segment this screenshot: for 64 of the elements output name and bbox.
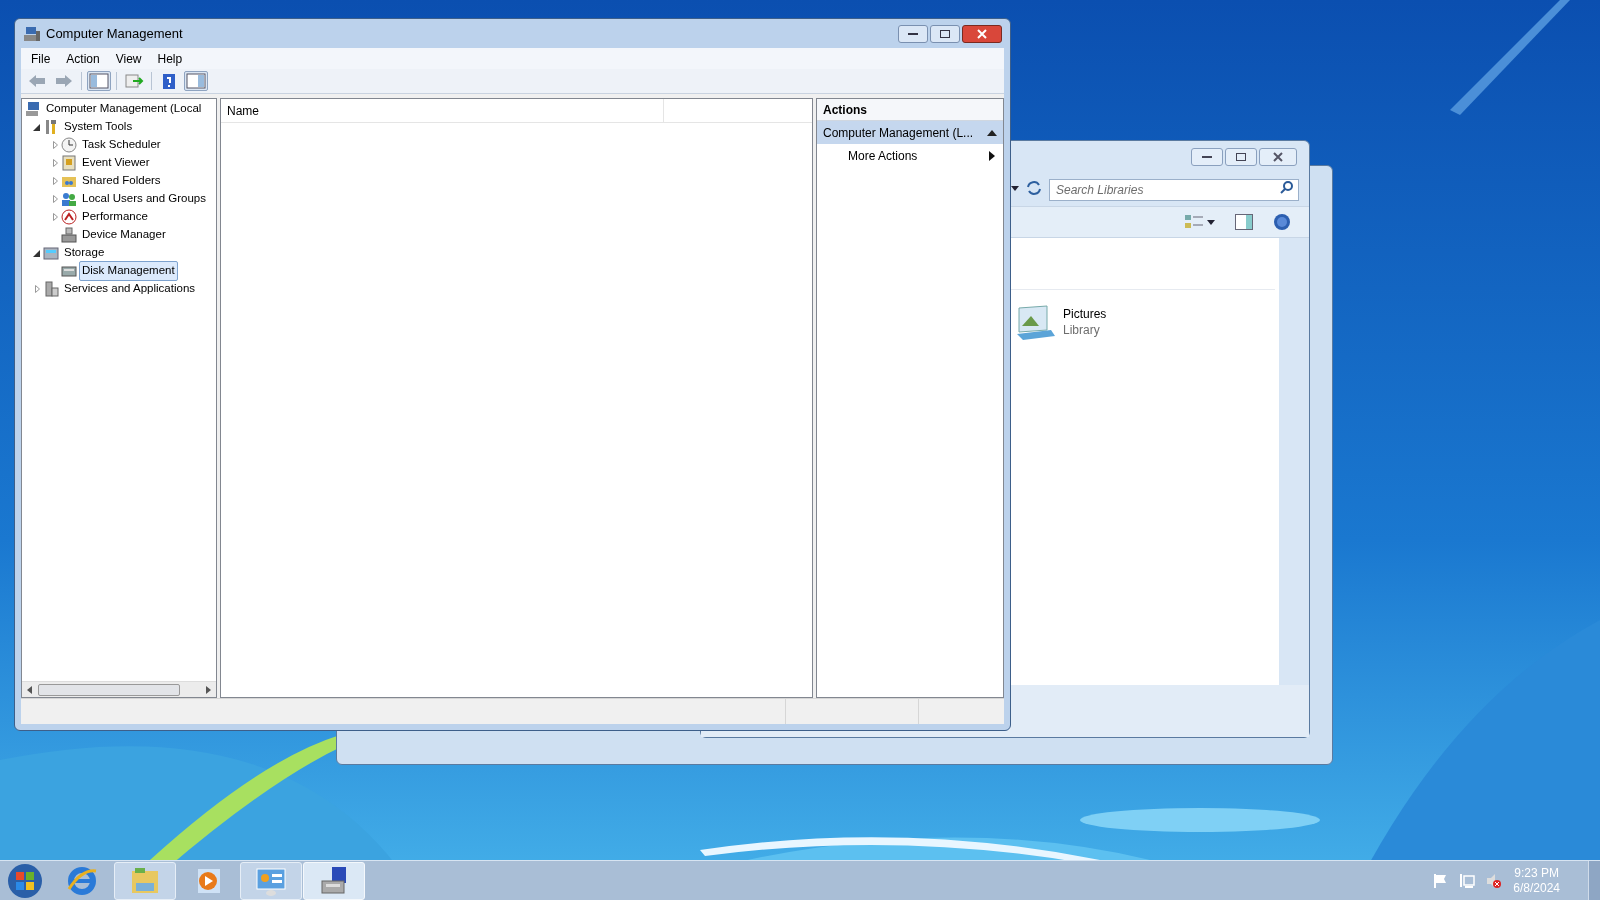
library-name: Pictures bbox=[1063, 306, 1107, 322]
browser-icon bbox=[66, 864, 98, 897]
export-list-icon[interactable] bbox=[124, 73, 144, 89]
storage-icon bbox=[43, 245, 59, 261]
network-icon[interactable] bbox=[1459, 872, 1476, 889]
maximize-button[interactable] bbox=[930, 24, 960, 43]
speaker-muted-icon[interactable] bbox=[1485, 872, 1502, 889]
tree-item[interactable]: Event Viewer bbox=[79, 153, 153, 173]
tools-icon bbox=[43, 119, 59, 135]
clock-icon bbox=[61, 137, 77, 153]
maximize-icon bbox=[1236, 153, 1246, 161]
log-icon bbox=[61, 155, 77, 171]
taskbar-button[interactable] bbox=[303, 861, 365, 900]
start-orb-icon bbox=[7, 862, 43, 899]
window-title: Computer Management bbox=[46, 24, 183, 43]
gauge-icon bbox=[61, 209, 77, 225]
disk-drive-icon bbox=[61, 263, 77, 279]
tree-item[interactable]: Device Manager bbox=[79, 225, 169, 245]
collapse-arrow-icon[interactable] bbox=[987, 129, 997, 136]
search-field[interactable]: Search Libraries bbox=[1049, 179, 1299, 201]
tree-item[interactable]: Computer Management (Local bbox=[43, 99, 205, 119]
action-pane-icon[interactable] bbox=[186, 73, 206, 89]
actions-header: Actions bbox=[817, 99, 1003, 121]
users-icon bbox=[61, 191, 77, 207]
server-icon bbox=[43, 281, 59, 297]
search-icon bbox=[1280, 181, 1293, 194]
tree-item[interactable]: Services and Applications bbox=[61, 279, 199, 299]
horizontal-scrollbar[interactable] bbox=[22, 681, 216, 697]
menu-item[interactable]: Help bbox=[151, 49, 189, 68]
action-section-header[interactable]: Computer Management (L... bbox=[817, 121, 1003, 144]
close-button[interactable] bbox=[962, 24, 1002, 43]
device-icon bbox=[61, 227, 77, 243]
scroll-thumb[interactable] bbox=[38, 683, 180, 696]
tree-item[interactable]: Performance bbox=[79, 207, 151, 227]
tree-item[interactable]: Task Scheduler bbox=[79, 135, 164, 155]
tree-item[interactable]: Storage bbox=[61, 243, 108, 263]
column-header[interactable]: Name bbox=[221, 99, 664, 122]
computer-management-icon bbox=[24, 25, 40, 42]
console-tree-icon[interactable] bbox=[89, 73, 109, 89]
menu-item[interactable]: Action bbox=[60, 49, 106, 68]
library-item[interactable]: Pictures Library bbox=[1017, 304, 1279, 340]
preview-pane-icon[interactable] bbox=[1235, 214, 1253, 230]
maximize-icon bbox=[940, 29, 950, 38]
pictures-library-icon bbox=[1017, 304, 1055, 340]
maximize-button[interactable] bbox=[1225, 148, 1257, 166]
close-button[interactable] bbox=[1259, 148, 1297, 166]
show-desktop-button[interactable] bbox=[1588, 861, 1600, 900]
library-type: Library bbox=[1063, 322, 1101, 338]
tree-item[interactable]: Local Users and Groups bbox=[79, 189, 209, 209]
minimize-icon bbox=[1202, 155, 1212, 159]
dropdown-arrow-icon[interactable] bbox=[1207, 219, 1215, 225]
tree-item[interactable]: System Tools bbox=[61, 117, 136, 137]
menu-item[interactable]: File bbox=[25, 49, 57, 68]
tree-item[interactable]: Shared Folders bbox=[79, 171, 164, 191]
minimize-button[interactable] bbox=[1191, 148, 1223, 166]
tree-item[interactable]: Disk Management bbox=[79, 261, 178, 281]
computer-icon bbox=[25, 101, 41, 117]
close-icon bbox=[977, 28, 987, 39]
action-item[interactable]: More Actions bbox=[817, 144, 1003, 168]
close-icon bbox=[1273, 152, 1283, 162]
refresh-icon[interactable] bbox=[1025, 179, 1043, 197]
minimize-button[interactable] bbox=[898, 24, 928, 43]
dropdown-arrow-icon[interactable] bbox=[1011, 185, 1019, 191]
menu-item[interactable]: View bbox=[109, 49, 148, 68]
